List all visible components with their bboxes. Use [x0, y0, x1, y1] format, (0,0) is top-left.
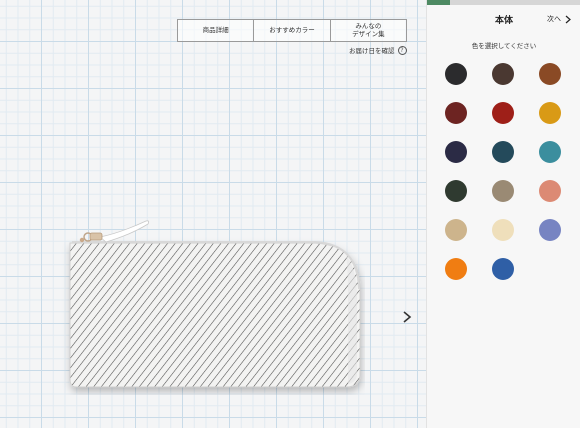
color-panel: 本体 次へ 色を選択してください — [426, 0, 580, 428]
panel-subtitle: 色を選択してください — [471, 42, 537, 50]
product-preview: 商品詳細 おすすめカラー みんなの デザイン集 お届け日を確認 ? — [0, 0, 426, 428]
wallet-image — [60, 215, 365, 395]
color-swatch[interactable] — [539, 180, 561, 202]
color-swatch[interactable] — [445, 102, 467, 124]
progress-bar-fill — [427, 0, 451, 5]
color-swatch[interactable] — [492, 141, 514, 163]
color-swatch[interactable] — [492, 63, 514, 85]
next-button[interactable]: 次へ — [547, 14, 571, 24]
tab-community-designs[interactable]: みんなの デザイン集 — [331, 20, 406, 41]
chevron-right-icon — [565, 15, 571, 23]
check-delivery-label: お届け日を確認 — [349, 47, 395, 55]
color-swatch[interactable] — [445, 180, 467, 202]
color-swatch[interactable] — [445, 258, 467, 280]
color-swatch[interactable] — [445, 219, 467, 241]
color-swatch[interactable] — [445, 141, 467, 163]
tab-product-details[interactable]: 商品詳細 — [178, 20, 255, 41]
color-swatch[interactable] — [492, 219, 514, 241]
color-swatch[interactable] — [492, 102, 514, 124]
color-swatch[interactable] — [492, 180, 514, 202]
color-swatch[interactable] — [539, 63, 561, 85]
question-circle-icon: ? — [397, 45, 407, 55]
chevron-right-icon[interactable] — [400, 309, 414, 325]
color-swatch[interactable] — [492, 258, 514, 280]
color-swatch[interactable] — [539, 141, 561, 163]
color-swatch[interactable] — [539, 102, 561, 124]
next-button-label: 次へ — [547, 15, 561, 23]
check-delivery-link[interactable]: お届け日を確認 ? — [349, 44, 407, 56]
color-swatch[interactable] — [445, 63, 467, 85]
wallet-illustration — [69, 220, 361, 388]
header-tabs: 商品詳細 おすすめカラー みんなの デザイン集 — [177, 19, 407, 42]
progress-bar — [427, 0, 580, 5]
tab-recommended-colors[interactable]: おすすめカラー — [254, 20, 331, 41]
color-swatch[interactable] — [539, 219, 561, 241]
